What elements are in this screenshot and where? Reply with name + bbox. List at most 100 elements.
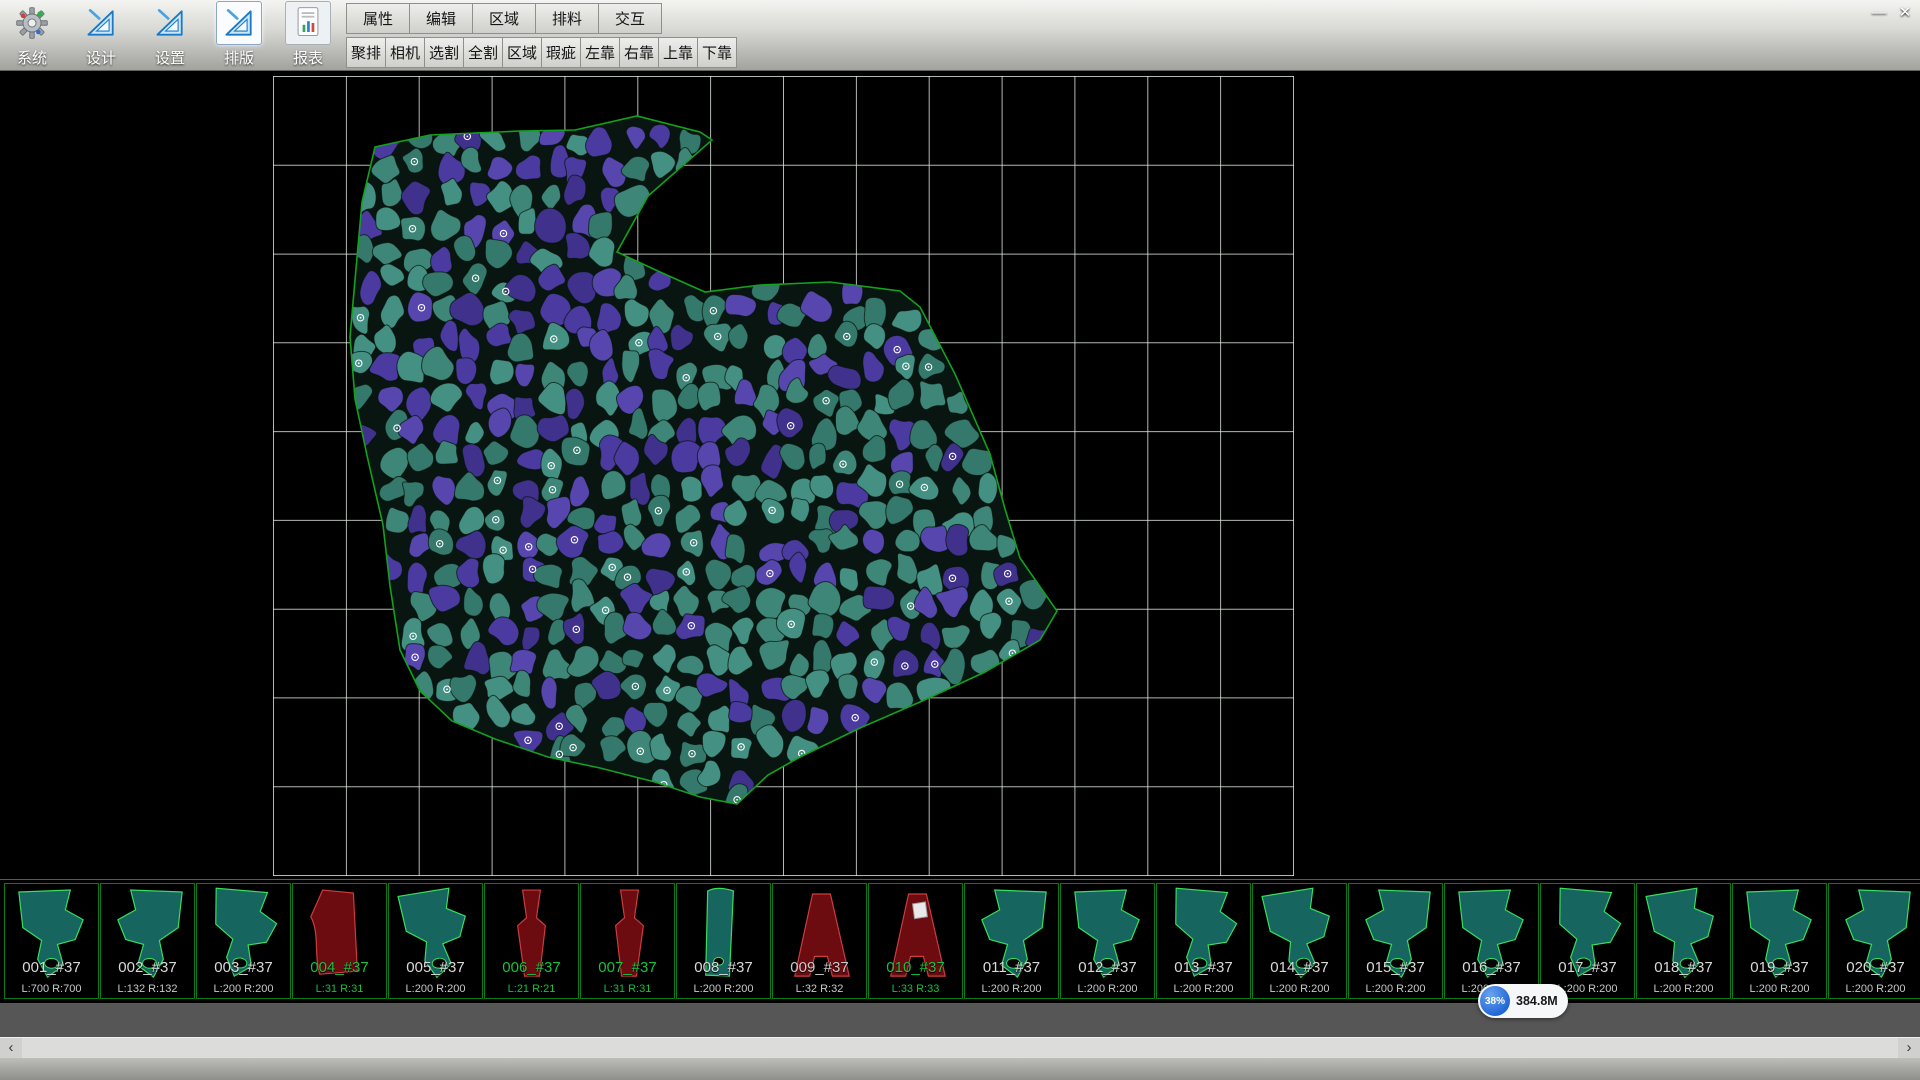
piece-name: 006_#37	[485, 959, 578, 976]
tool-cluster-nest[interactable]: 聚排	[346, 37, 386, 68]
report-icon	[285, 1, 331, 45]
toolbar: 系统 设计 设置 排版 报表 属性编辑区域排料交互 聚排相机选割全割区域瑕疵左靠右靠上靠…	[0, 0, 1920, 71]
piece-name: 015_#37	[1349, 959, 1442, 976]
piece-thumbnail-020[interactable]: 020_#37 L:200 R:200	[1828, 883, 1920, 999]
minimize-button[interactable]: —	[1868, 3, 1890, 23]
tool-align-bottom[interactable]: 下靠	[697, 37, 737, 68]
application-window: 系统 设计 设置 排版 报表 属性编辑区域排料交互 聚排相机选割全割区域瑕疵左靠右靠上靠…	[0, 0, 1920, 1080]
app-tab-report[interactable]: 报表	[280, 1, 336, 69]
tool-cut-all[interactable]: 全割	[463, 37, 503, 68]
piece-name: 016_#37	[1445, 959, 1538, 976]
piece-thumbnail-012[interactable]: 012_#37 L:200 R:200	[1060, 883, 1155, 999]
piece-name: 019_#37	[1733, 959, 1826, 976]
piece-name: 009_#37	[773, 959, 866, 976]
piece-thumbnail-005[interactable]: 005_#37 L:200 R:200	[388, 883, 483, 999]
app-tab-label: 系统	[17, 47, 47, 68]
tool-camera[interactable]: 相机	[385, 37, 425, 68]
piece-counts: L:200 R:200	[965, 983, 1058, 995]
piece-name: 001_#37	[5, 959, 98, 976]
piece-thumbnail-006[interactable]: 006_#37 L:21 R:21	[484, 883, 579, 999]
layout-icon	[216, 1, 262, 45]
piece-counts: L:200 R:200	[197, 983, 290, 995]
bottom-status-bar	[0, 1058, 1920, 1080]
piece-thumbnail-017[interactable]: 017_#37L:200 R:200	[1540, 883, 1635, 999]
piece-thumbnail-004[interactable]: 004_#37 L:31 R:31	[292, 883, 387, 999]
piece-thumbnail-007[interactable]: 007_#37 L:31 R:31	[580, 883, 675, 999]
piece-name: 012_#37	[1061, 959, 1154, 976]
piece-counts: L:200 R:200	[1253, 983, 1346, 995]
piece-name: 004_#37	[293, 959, 386, 976]
tool-region-tool[interactable]: 区域	[502, 37, 542, 68]
close-button[interactable]: ✕	[1894, 3, 1916, 23]
piece-name: 020_#37	[1829, 959, 1920, 976]
tool-bar: 聚排相机选割全割区域瑕疵左靠右靠上靠下靠	[346, 36, 736, 69]
memory-usage-label: 384.8M	[1516, 994, 1558, 1008]
canvas-area[interactable]	[0, 71, 1920, 879]
menu-region[interactable]: 区域	[472, 3, 536, 34]
piece-counts: L:200 R:200	[389, 983, 482, 995]
piece-thumbnail-010[interactable]: 010_#37 L:33 R:33	[868, 883, 963, 999]
menu-interaction[interactable]: 交互	[598, 3, 662, 34]
app-tab-label: 设置	[155, 47, 185, 68]
menu-bar: 属性编辑区域排料交互	[346, 2, 736, 35]
tool-align-right[interactable]: 右靠	[619, 37, 659, 68]
design-icon	[78, 1, 124, 45]
app-tab-label: 排版	[224, 47, 254, 68]
piece-thumbnail-015[interactable]: 015_#37 L:200 R:200	[1348, 883, 1443, 999]
scroll-left-button[interactable]: ‹	[0, 1038, 22, 1058]
app-tab-label: 设计	[86, 47, 116, 68]
piece-name: 014_#37	[1253, 959, 1346, 976]
app-tab-layout[interactable]: 排版	[211, 1, 267, 69]
piece-thumbnail-001[interactable]: 001_#37 L:700 R:700	[4, 883, 99, 999]
piece-counts: L:200 R:200	[1349, 983, 1442, 995]
menu-nesting[interactable]: 排料	[535, 3, 599, 34]
memory-usage-badge: 38% 384.8M	[1478, 984, 1568, 1018]
menu-properties[interactable]: 属性	[346, 3, 410, 34]
piece-name: 011_#37	[965, 959, 1058, 976]
piece-counts: L:32 R:32	[773, 983, 866, 995]
settings-icon	[147, 1, 193, 45]
tool-select-cut[interactable]: 选割	[424, 37, 464, 68]
piece-name: 007_#37	[581, 959, 674, 976]
piece-thumbnail-008[interactable]: 008_#37 L:200 R:200	[676, 883, 771, 999]
tool-defect[interactable]: 瑕疵	[541, 37, 581, 68]
progress-percent-badge: 38%	[1480, 986, 1510, 1016]
piece-name: 017_#37	[1541, 959, 1634, 976]
app-tab-system[interactable]: 系统	[4, 1, 60, 69]
app-tabs: 系统 设计 设置 排版 报表	[4, 1, 336, 71]
status-band	[0, 1004, 1920, 1037]
piece-counts: L:200 R:200	[1061, 983, 1154, 995]
piece-thumbnail-011[interactable]: 011_#37 L:200 R:200	[964, 883, 1059, 999]
app-tab-settings[interactable]: 设置	[142, 1, 198, 69]
piece-thumbnail-013[interactable]: 013_#37L:200 R:200	[1156, 883, 1251, 999]
app-tab-design[interactable]: 设计	[73, 1, 129, 69]
piece-thumbnail-009[interactable]: 009_#37 L:32 R:32	[772, 883, 867, 999]
piece-thumbnail-018[interactable]: 018_#37L:200 R:200	[1636, 883, 1731, 999]
system-icon	[9, 1, 55, 45]
piece-thumbnail-003[interactable]: 003_#37 L:200 R:200	[196, 883, 291, 999]
piece-counts: L:31 R:31	[581, 983, 674, 995]
piece-counts: L:200 R:200	[1829, 983, 1920, 995]
piece-thumbnail-019[interactable]: 019_#37L:200 R:200	[1732, 883, 1827, 999]
piece-name: 005_#37	[389, 959, 482, 976]
piece-counts: L:31 R:31	[293, 983, 386, 995]
scroll-right-button[interactable]: ›	[1898, 1038, 1920, 1058]
tool-align-left[interactable]: 左靠	[580, 37, 620, 68]
piece-counts: L:200 R:200	[677, 983, 770, 995]
tool-align-top[interactable]: 上靠	[658, 37, 698, 68]
nesting-work-canvas[interactable]	[273, 76, 1294, 876]
horizontal-scrollbar[interactable]: ‹ ›	[0, 1037, 1920, 1058]
piece-counts: L:33 R:33	[869, 983, 962, 995]
piece-name: 010_#37	[869, 959, 962, 976]
menu-edit[interactable]: 编辑	[409, 3, 473, 34]
piece-counts: L:200 R:200	[1157, 983, 1250, 995]
piece-name: 008_#37	[677, 959, 770, 976]
piece-name: 003_#37	[197, 959, 290, 976]
piece-thumbnail-002[interactable]: 002_#37L:132 R:132	[100, 883, 195, 999]
piece-counts: L:700 R:700	[5, 983, 98, 995]
piece-counts: L:21 R:21	[485, 983, 578, 995]
piece-thumbnail-014[interactable]: 014_#37 L:200 R:200	[1252, 883, 1347, 999]
piece-thumbnail-016[interactable]: 016_#37L:200 R:200	[1444, 883, 1539, 999]
piece-strip: 001_#37 L:700 R:700002_#37L:132 R:132003_…	[0, 879, 1920, 1004]
piece-name: 018_#37	[1637, 959, 1730, 976]
